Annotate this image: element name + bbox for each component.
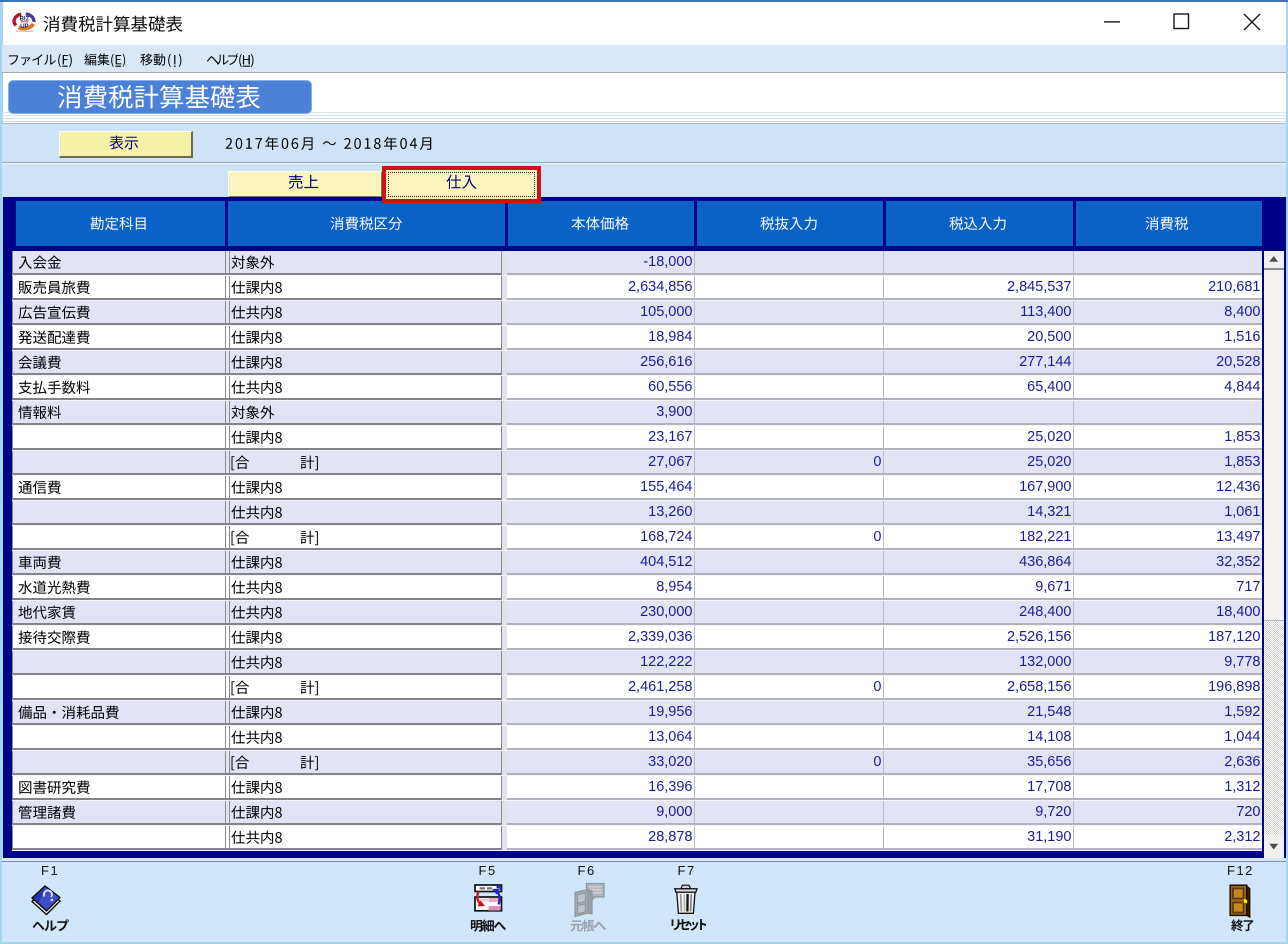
- svg-text:UP: UP: [20, 24, 28, 30]
